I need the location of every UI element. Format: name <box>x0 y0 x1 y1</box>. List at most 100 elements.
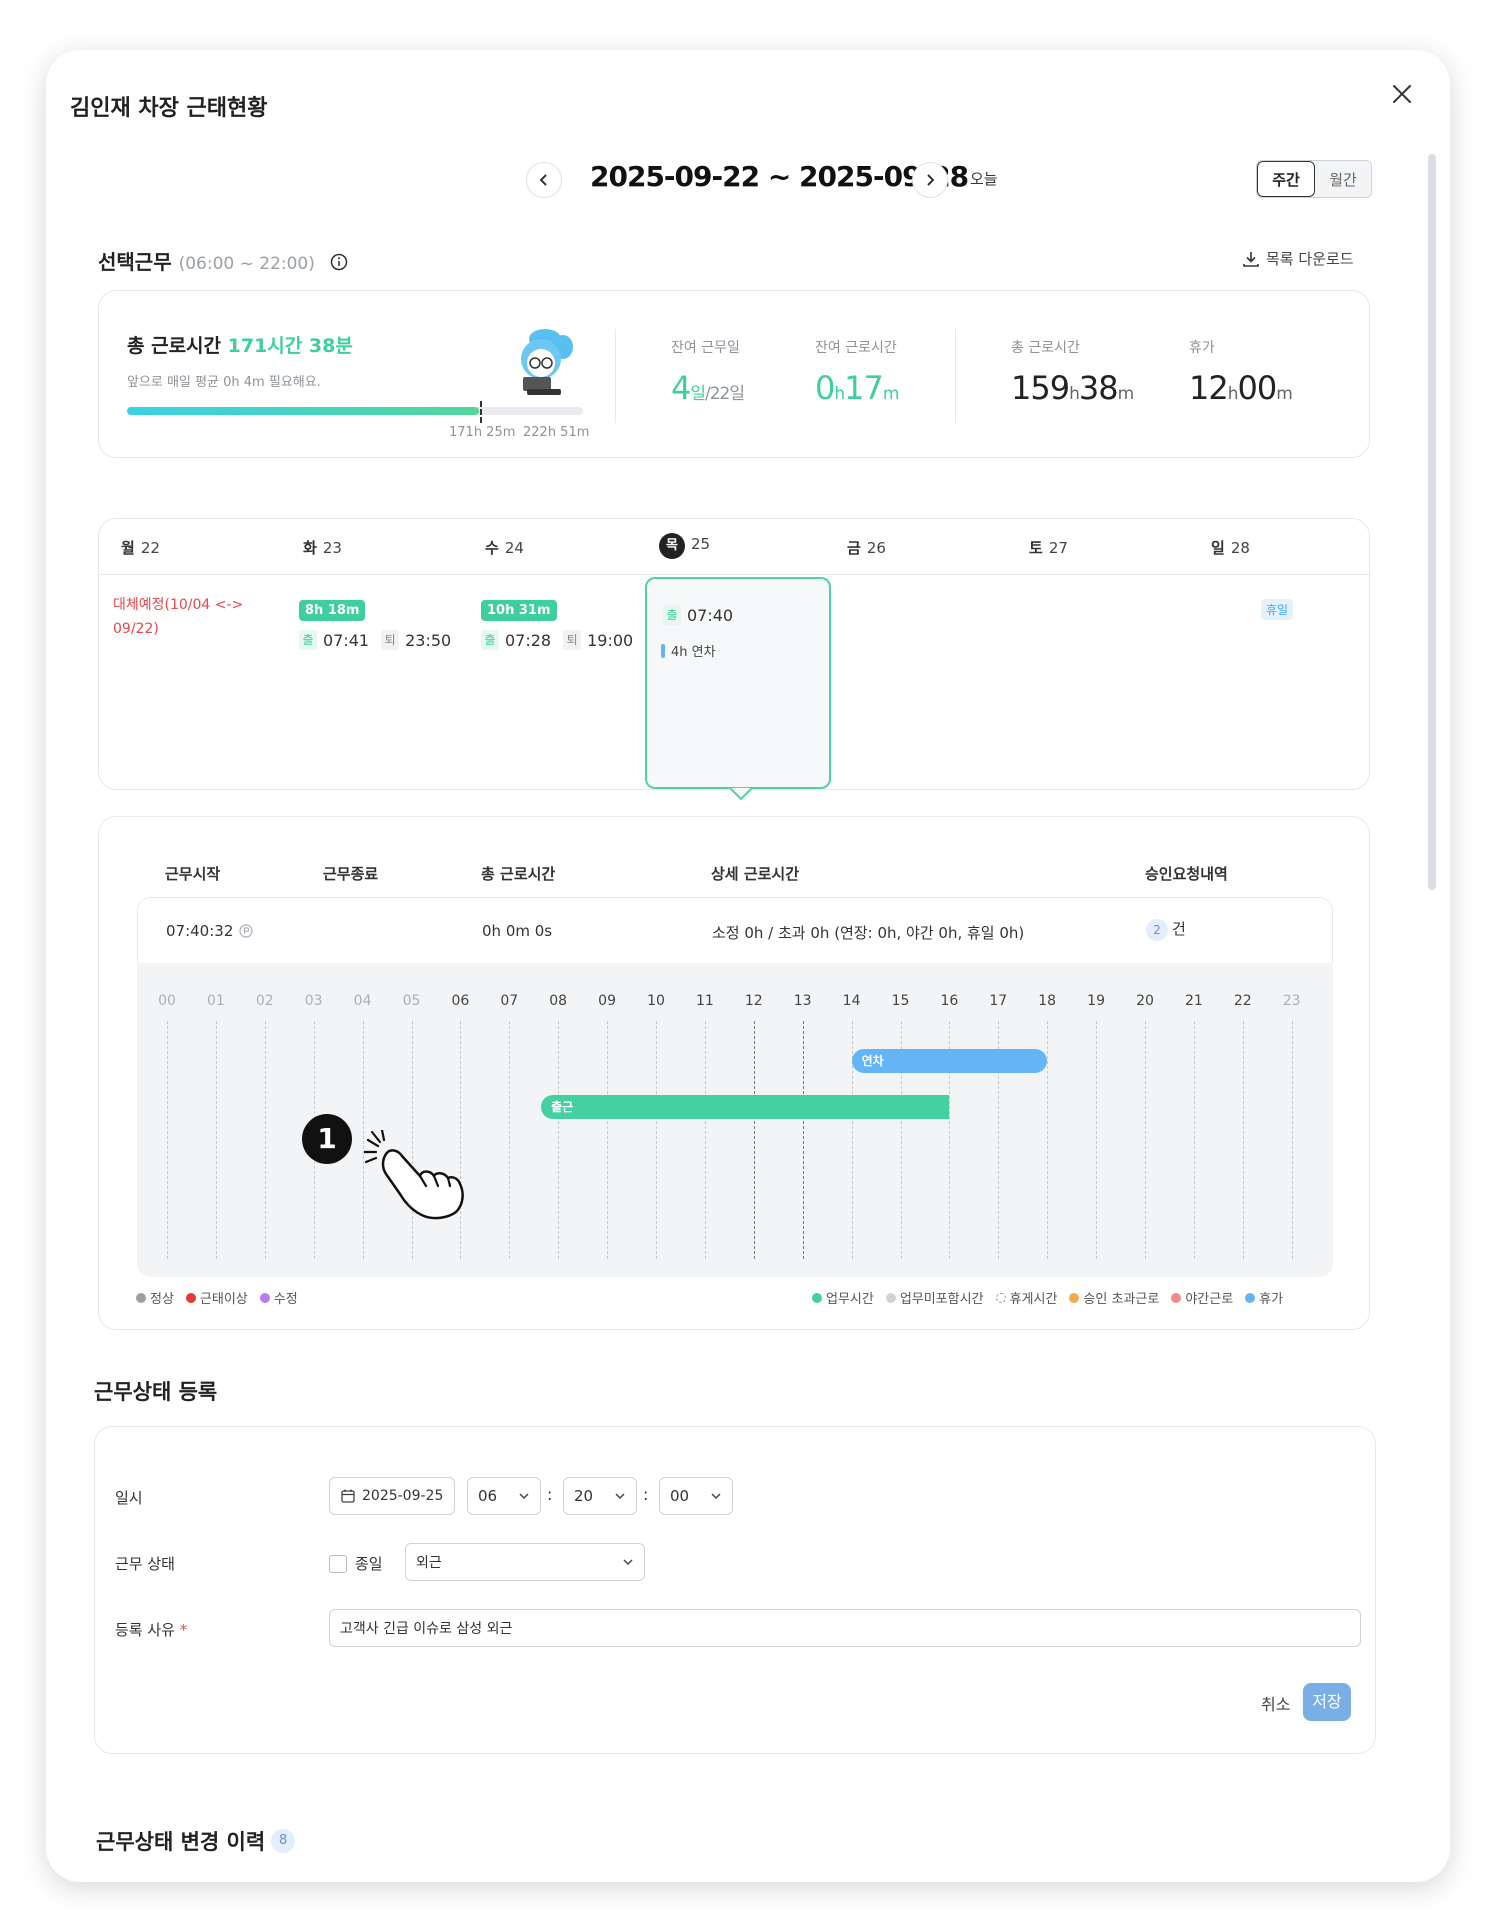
substitute-note[interactable]: 대체예정(10/04 <-> 09/22) <box>113 593 273 641</box>
hour-label: 08 <box>549 993 568 1009</box>
hour-gridline <box>656 1021 657 1259</box>
day-header-fri[interactable]: 금 26 <box>847 537 886 558</box>
download-list-button[interactable]: 목록 다운로드 <box>1242 248 1354 269</box>
day-num: 27 <box>1048 539 1068 557</box>
in-time: 07:40 <box>687 605 734 625</box>
hour-gridline <box>509 1021 511 1259</box>
cancel-button[interactable]: 취소 <box>1261 1691 1290 1715</box>
unit-m: m <box>1276 384 1293 404</box>
save-button[interactable]: 저장 <box>1303 1683 1351 1721</box>
legend-item: 야간근로 <box>1171 1288 1233 1307</box>
leave-text: 4h 연차 <box>671 645 716 660</box>
today-indicator: 목 <box>659 533 685 559</box>
divider <box>955 329 956 423</box>
leave-label: 휴가 <box>1189 340 1215 356</box>
status-select[interactable]: 외근 <box>405 1543 645 1581</box>
day-num: 24 <box>504 539 524 557</box>
hour-value: 06 <box>478 1487 498 1505</box>
day-header-wed[interactable]: 수 24 <box>485 537 524 558</box>
need-text: 앞으로 매일 평균 0h 4m 필요해요. <box>127 375 321 390</box>
date-value: 2025-09-25 <box>362 1488 444 1504</box>
hour-gridline <box>167 1021 168 1259</box>
info-icon[interactable] <box>330 253 348 271</box>
reason-label: 등록 사유 * <box>115 1619 187 1640</box>
day-dow: 일 <box>1211 539 1225 557</box>
hour-gridline <box>753 1021 755 1259</box>
day-header-tue[interactable]: 화 23 <box>303 537 342 558</box>
legend-label: 업무미포함시간 <box>899 1292 984 1307</box>
scrollbar[interactable] <box>1428 154 1436 890</box>
date-field[interactable]: 2025-09-25 <box>329 1477 455 1515</box>
hour-gridline <box>1145 1021 1146 1259</box>
progress-fill <box>127 407 479 415</box>
timeline-bar[interactable]: 연차 <box>851 1049 1048 1073</box>
download-icon <box>1243 251 1259 267</box>
tab-weekly[interactable]: 주간 <box>1257 161 1315 197</box>
hour-gridline <box>1096 1021 1098 1259</box>
reason-value: 고객사 긴급 이슈로 삼성 외근 <box>340 1621 513 1637</box>
hour-label: 17 <box>989 993 1008 1009</box>
hour-label: 00 <box>158 993 176 1009</box>
hour-gridline <box>802 1021 804 1259</box>
hour-label: 02 <box>255 993 274 1009</box>
allday-label: 종일 <box>355 1555 383 1573</box>
day-header-sat[interactable]: 토 27 <box>1029 537 1068 558</box>
hour-label: 23 <box>1282 993 1301 1009</box>
day-header-mon[interactable]: 월 22 <box>121 537 160 558</box>
hour-label: 12 <box>744 993 763 1009</box>
start-value: 07:40:32 <box>166 922 234 940</box>
col-header-total: 총 근로시간 <box>481 865 556 883</box>
history-title: 근무상태 변경 이력 8 <box>96 1826 296 1856</box>
hour-label: 18 <box>1038 993 1057 1009</box>
day-dow: 화 <box>303 539 317 557</box>
in-out-row: 출 07:28 퇴 19:00 <box>481 630 633 650</box>
reason-input[interactable]: 고객사 긴급 이슈로 삼성 외근 <box>329 1609 1361 1647</box>
day-header-thu[interactable]: 목 25 <box>659 533 710 559</box>
wed-cell[interactable]: 10h 31m 출 07:28 퇴 19:00 <box>481 599 633 650</box>
second-value: 00 <box>670 1487 690 1505</box>
close-button[interactable] <box>1388 80 1416 108</box>
leave-h: 12 <box>1189 369 1229 407</box>
remaining-hours-value: 0h17m <box>815 369 899 407</box>
legend-item: 정상 <box>136 1288 174 1307</box>
legend-label: 휴게시간 <box>1009 1292 1058 1307</box>
legend-dot <box>1171 1292 1182 1303</box>
legend-label: 휴가 <box>1259 1292 1284 1307</box>
selected-day-cell[interactable]: 출 07:40 4h 연차 <box>645 577 831 789</box>
day-dow: 수 <box>485 539 499 557</box>
total-cell: 0h 0m 0s <box>482 922 553 940</box>
prev-week-button[interactable] <box>526 162 562 198</box>
tue-cell[interactable]: 8h 18m 출 07:41 퇴 23:50 <box>299 599 451 650</box>
hour-gridline <box>704 1021 706 1259</box>
leave-row: 4h 연차 <box>661 641 716 660</box>
out-time: 23:50 <box>405 630 452 650</box>
minute-select[interactable]: 20 <box>563 1477 637 1515</box>
modal-title: 김인재 차장 근태현황 <box>70 96 268 121</box>
day-header-sun[interactable]: 일 28 <box>1211 537 1250 558</box>
hour-gridline <box>607 1021 609 1259</box>
download-label: 목록 다운로드 <box>1266 250 1354 268</box>
divider <box>615 329 616 423</box>
approval-cell[interactable]: 2건 <box>1146 918 1186 941</box>
hour-select[interactable]: 06 <box>467 1477 541 1515</box>
second-select[interactable]: 00 <box>659 1477 733 1515</box>
allday-checkbox[interactable] <box>329 1555 347 1573</box>
unit-h: h <box>1227 384 1239 404</box>
chevron-down-icon <box>615 1493 625 1500</box>
day-dow: 금 <box>847 539 861 557</box>
hour-gridline <box>1242 1021 1244 1259</box>
remaining-days-value: 4일/22일 <box>671 369 745 407</box>
hour-label: 20 <box>1136 993 1154 1009</box>
legend-item: 휴가 <box>1245 1288 1283 1307</box>
remaining-days-number: 4 <box>671 369 691 407</box>
unit-m: m <box>1117 384 1135 404</box>
today-button[interactable]: 오늘 <box>970 168 998 189</box>
step-marker: 1 <box>302 1114 352 1164</box>
timeline-bar[interactable]: 출근 <box>541 1095 950 1119</box>
tab-monthly[interactable]: 월간 <box>1315 161 1371 197</box>
total-hours-m: 38 <box>1078 369 1119 407</box>
next-week-button[interactable] <box>912 162 948 198</box>
unit-h: h <box>834 384 845 404</box>
hour-label: 03 <box>304 993 323 1009</box>
col-header-approval: 승인요청내역 <box>1145 865 1228 883</box>
